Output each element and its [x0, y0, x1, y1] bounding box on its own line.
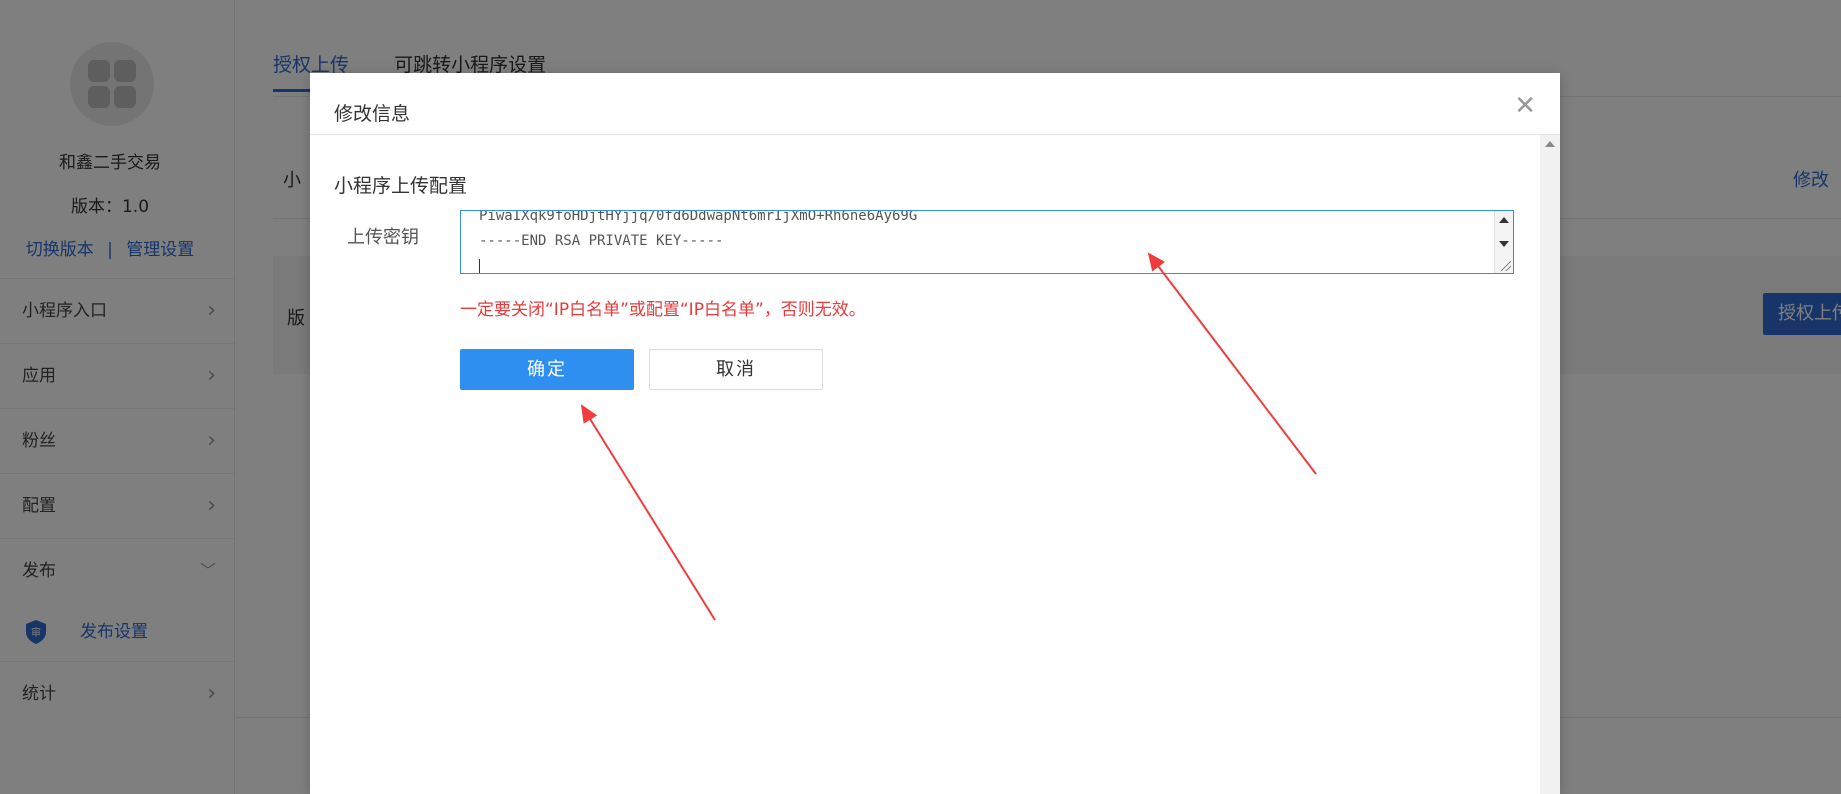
confirm-button[interactable]: 确定: [460, 349, 634, 390]
ip-whitelist-warning: 一定要关闭“IP白名单”或配置“IP白名单”，否则无效。: [460, 300, 866, 320]
key-text-line: -----END RSA PRIVATE KEY-----: [479, 233, 724, 249]
textarea-scrollbar[interactable]: [1494, 211, 1513, 273]
modal-title: 修改信息: [334, 103, 411, 125]
edit-info-modal: 修改信息 ✕ 小程序上传配置 上传密钥 PiwaIXqk9foHDjtHYjjq…: [310, 73, 1560, 794]
section-title: 小程序上传配置: [334, 175, 468, 197]
upload-key-textarea[interactable]: PiwaIXqk9foHDjtHYjjq/0fd6DdwapNt6mrIjXmO…: [460, 210, 1514, 274]
text-caret: [479, 259, 480, 273]
resize-grip-icon[interactable]: [1501, 261, 1511, 271]
scroll-up-icon[interactable]: [1499, 217, 1509, 223]
modal-scrollbar[interactable]: [1540, 135, 1560, 794]
upload-key-label: 上传密钥: [347, 227, 419, 248]
cancel-button[interactable]: 取消: [649, 349, 823, 390]
key-text-line: PiwaIXqk9foHDjtHYjjq/0fd6DdwapNt6mrIjXmO…: [479, 210, 918, 224]
modal-header: 修改信息 ✕: [310, 73, 1560, 135]
scroll-down-icon[interactable]: [1499, 241, 1509, 247]
close-icon[interactable]: ✕: [1514, 93, 1536, 119]
